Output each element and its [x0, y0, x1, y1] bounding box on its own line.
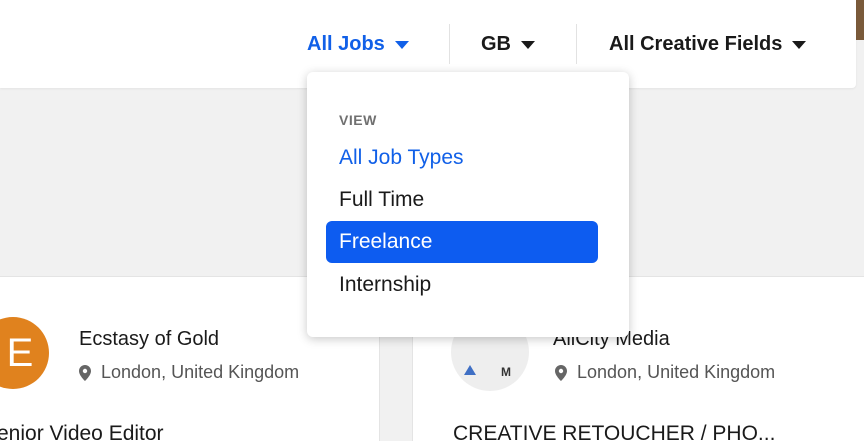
avatar-letter: E: [6, 330, 34, 375]
filter-divider: [449, 24, 450, 64]
dropdown-item-internship[interactable]: Internship: [326, 264, 598, 306]
company-avatar: E: [0, 317, 49, 389]
jobs-filter-label: All Jobs: [307, 32, 385, 55]
region-filter-label: GB: [481, 32, 511, 55]
location-text: London, United Kingdom: [577, 362, 776, 382]
caret-down-icon: [394, 41, 409, 49]
dropdown-heading: VIEW: [339, 112, 377, 128]
location-pin-icon: [79, 364, 91, 381]
avatar-glyph: M: [501, 365, 511, 379]
dropdown-item-freelance[interactable]: Freelance: [326, 221, 598, 263]
caret-down-icon: [521, 41, 535, 49]
job-title[interactable]: CREATIVE RETOUCHER / PHO...: [453, 422, 775, 441]
job-title[interactable]: enior Video Editor: [0, 422, 164, 441]
location-pin-icon: [555, 364, 567, 381]
location: London, United Kingdom: [79, 362, 299, 383]
company-name[interactable]: Ecstasy of Gold: [79, 328, 219, 351]
triangle-icon: [464, 365, 476, 375]
location-text: London, United Kingdom: [101, 362, 300, 382]
filter-divider: [576, 24, 577, 64]
background-strip: [856, 0, 864, 40]
creative-fields-filter-dropdown[interactable]: All Creative Fields: [609, 0, 807, 88]
caret-down-icon: [792, 41, 807, 49]
dropdown-item-all-job-types[interactable]: All Job Types: [326, 137, 598, 179]
location: London, United Kingdom: [555, 362, 775, 383]
creative-fields-filter-label: All Creative Fields: [609, 32, 783, 55]
job-type-dropdown-menu: VIEW All Job Types Full Time Freelance I…: [307, 72, 629, 337]
dropdown-item-full-time[interactable]: Full Time: [326, 179, 598, 221]
